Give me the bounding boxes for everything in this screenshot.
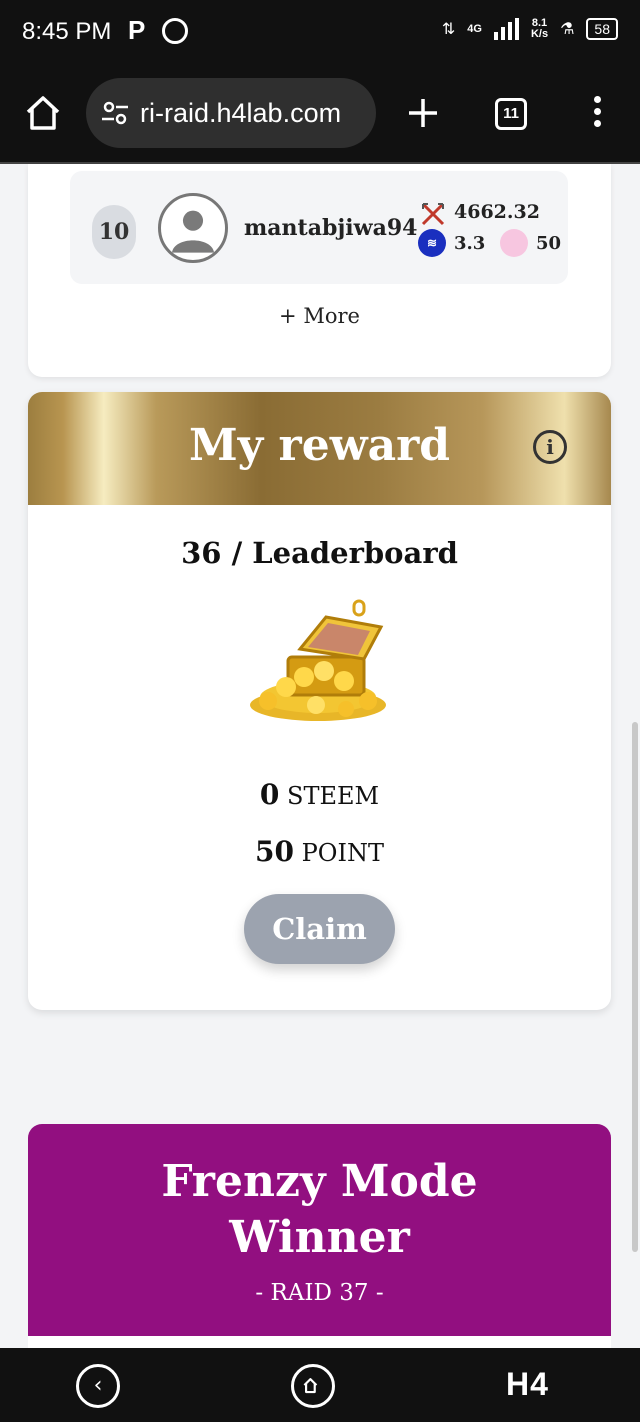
point-reward: 50 POINT xyxy=(28,835,611,868)
raid-score: 4662.32 xyxy=(454,201,540,223)
status-bar: 8:45 PM P ⇅ 4G 8.1 K/s ⚗ 58 xyxy=(0,0,640,66)
crossed-swords-icon xyxy=(421,202,445,226)
address-bar[interactable]: ri-raid.h4lab.com xyxy=(86,78,376,148)
back-icon[interactable]: ‹ xyxy=(76,1364,120,1408)
character-icon xyxy=(500,229,528,257)
steem-amount: 0 xyxy=(259,778,280,811)
treasure-chest-icon xyxy=(250,599,386,721)
reward-header: My reward i xyxy=(28,392,611,505)
reward-title: My reward xyxy=(188,420,451,471)
h4-brand-button[interactable]: H4 xyxy=(506,1366,549,1403)
url-text: ri-raid.h4lab.com xyxy=(140,97,342,128)
system-navigation-bar: ‹ H4 xyxy=(0,1348,640,1422)
tab-switcher-button[interactable]: 11 xyxy=(495,98,527,130)
frenzy-title: Frenzy Mode Winner xyxy=(161,1156,478,1263)
home-icon[interactable] xyxy=(24,94,62,132)
rank-badge: 10 xyxy=(92,205,136,259)
leaderboard-rank-text: 36 / Leaderboard xyxy=(181,536,458,570)
steem-icon: ≋ xyxy=(418,229,446,257)
home-nav-icon[interactable] xyxy=(291,1364,335,1408)
point-amount: 50 xyxy=(255,835,294,868)
leaderboard-row[interactable]: 10 mantabjiwa94 4662.32 ≋ 3.3 50 xyxy=(70,171,568,284)
new-tab-icon[interactable] xyxy=(404,94,442,132)
battery-level: 58 xyxy=(586,18,618,40)
frenzy-mode-card: Frenzy Mode Winner - RAID 37 - xyxy=(28,1124,611,1350)
parking-app-icon: P xyxy=(128,15,146,45)
claim-button[interactable]: Claim xyxy=(244,894,395,964)
point-unit: POINT xyxy=(301,839,384,867)
info-icon[interactable]: i xyxy=(533,430,567,464)
status-time: 8:45 PM xyxy=(22,18,112,45)
site-settings-icon[interactable] xyxy=(100,98,130,128)
overflow-menu-icon[interactable] xyxy=(590,96,604,132)
whatsapp-icon xyxy=(162,18,188,44)
steem-unit: STEEM xyxy=(287,782,380,810)
my-reward-card: My reward i 36 / Leaderboard 0 STEEM 50 … xyxy=(28,392,611,1010)
browser-toolbar: ri-raid.h4lab.com 11 xyxy=(0,66,640,164)
data-transfer-icon: ⇅ xyxy=(441,21,456,38)
leaderboard-card: 10 mantabjiwa94 4662.32 ≋ 3.3 50 + More xyxy=(28,164,611,377)
avatar xyxy=(158,193,228,263)
network-speed: 8.1 K/s xyxy=(530,17,549,40)
frenzy-raid-label: - RAID 37 - xyxy=(255,1280,384,1306)
more-link[interactable]: + More xyxy=(28,304,611,328)
signal-icon xyxy=(493,18,519,40)
steem-value: 3.3 xyxy=(454,233,486,254)
network-type: 4G xyxy=(467,22,482,35)
points-value: 50 xyxy=(536,233,562,254)
page-scrollbar[interactable] xyxy=(632,722,638,1252)
username: mantabjiwa94 xyxy=(244,215,418,241)
steem-reward: 0 STEEM xyxy=(28,778,611,811)
lab-icon: ⚗ xyxy=(560,21,575,38)
status-indicators: ⇅ 4G 8.1 K/s ⚗ 58 xyxy=(442,18,618,40)
